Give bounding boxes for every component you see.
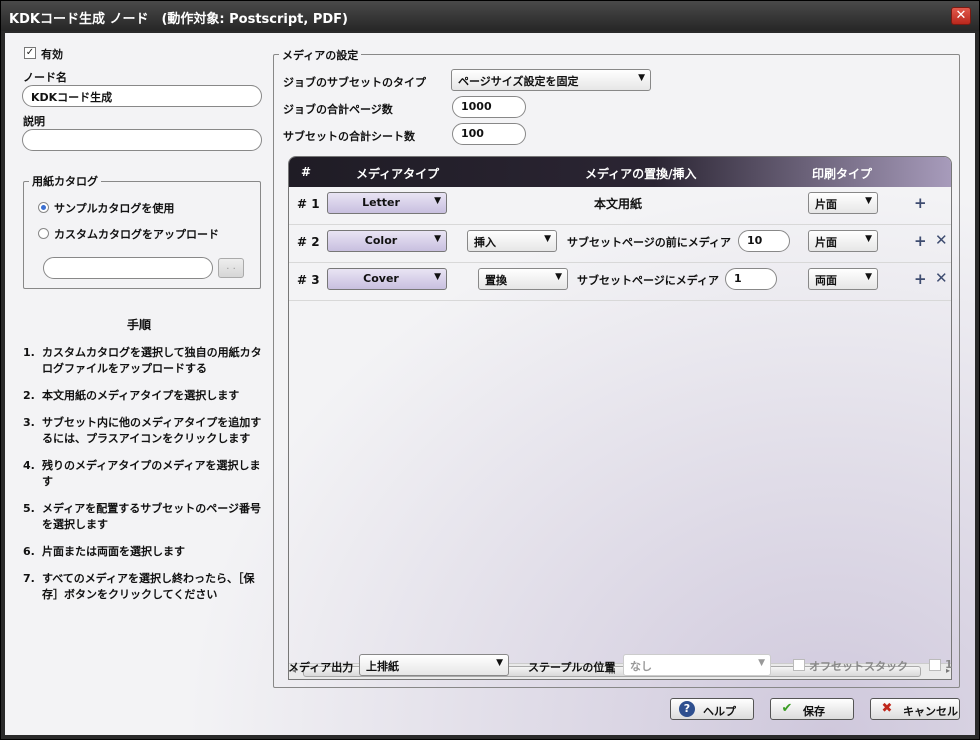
extra-checkbox[interactable]	[929, 659, 941, 671]
media-output-label: メディア出力	[288, 661, 354, 674]
dialog-client: ✓ 有効 ノード名 KDKコード生成 説明 用紙カタログ サンプルカタログを使用…	[5, 33, 975, 735]
col-media-type: メディアタイプ	[356, 167, 440, 181]
close-button[interactable]: ✕	[951, 7, 971, 25]
insert-before-label: サブセットページの前にメディア	[567, 236, 732, 249]
subset-sheets-label: サブセットの合計シート数	[283, 130, 415, 143]
staple-position-select[interactable]: なし ▼	[623, 654, 771, 676]
media-output-select[interactable]: 上排紙 ▼	[359, 654, 509, 676]
title-bar: KDKコード生成 ノード (動作対象: Postscript, PDF) ✕	[1, 1, 979, 31]
row-number: # 1	[297, 197, 320, 211]
media-type-select[interactable]: Cover ▼	[327, 268, 447, 290]
table-header: # メディアタイプ メディアの置換/挿入 印刷タイプ	[289, 157, 951, 187]
sample-catalog-label: サンプルカタログを使用	[54, 202, 175, 215]
subset-sheets-input[interactable]: 100	[452, 123, 526, 145]
table-row: # 3 Cover ▼ 置換 ▼ サブセットページにメディア 1 両面 ▼ + ✕	[289, 263, 951, 301]
total-pages-input[interactable]: 1000	[452, 96, 526, 118]
subset-page-input[interactable]: 10	[738, 230, 790, 252]
dropdown-arrow-icon: ▼	[865, 272, 872, 282]
offset-stack-checkbox[interactable]	[793, 659, 805, 671]
row-number: # 2	[297, 235, 320, 249]
table-row: # 1 Letter ▼ 本文用紙 片面 ▼ +	[289, 187, 951, 225]
left-panel: ✓ 有効 ノード名 KDKコード生成 説明 用紙カタログ サンプルカタログを使用…	[5, 33, 273, 733]
checkmark-icon: ✔	[781, 701, 793, 716]
step-item: 5. メディアを配置するサブセットのページ番号を選択します	[23, 502, 262, 531]
action-select[interactable]: 挿入 ▼	[467, 230, 557, 252]
dropdown-arrow-icon: ▼	[434, 234, 441, 244]
enabled-checkbox[interactable]: ✓	[24, 47, 36, 59]
media-type-select[interactable]: Color ▼	[327, 230, 447, 252]
enabled-label: 有効	[41, 48, 63, 61]
help-button[interactable]: ? ヘルプ	[670, 698, 754, 720]
media-settings-title: メディアの設定	[279, 47, 362, 63]
save-button[interactable]: ✔ 保存	[770, 698, 854, 720]
dropdown-arrow-icon: ▼	[865, 196, 872, 206]
action-select[interactable]: 置換 ▼	[478, 268, 568, 290]
body-paper-label: 本文用紙	[594, 197, 643, 211]
col-num: #	[301, 165, 312, 179]
node-name-input[interactable]: KDKコード生成	[22, 85, 262, 107]
radio-custom-catalog[interactable]	[38, 228, 49, 239]
dropdown-arrow-icon: ▼	[865, 234, 872, 244]
remove-icon[interactable]: ✕	[935, 231, 948, 249]
subset-type-select[interactable]: ページサイズ設定を固定 ▼	[451, 69, 651, 91]
dropdown-arrow-icon: ▼	[544, 234, 551, 244]
dropdown-arrow-icon: ▼	[638, 73, 645, 83]
dropdown-arrow-icon: ▼	[555, 272, 562, 282]
description-input[interactable]	[22, 129, 262, 151]
table-row: # 2 Color ▼ 挿入 ▼ サブセットページの前にメディア 10 片面 ▼ + …	[289, 225, 951, 263]
dialog-window: KDKコード生成 ノード (動作対象: Postscript, PDF) ✕ ✓…	[0, 0, 980, 740]
media-type-select[interactable]: Letter ▼	[327, 192, 447, 214]
paper-catalog-title: 用紙カタログ	[29, 173, 101, 189]
remove-icon[interactable]: ✕	[935, 269, 948, 287]
description-label: 説明	[23, 115, 45, 128]
browse-button[interactable]: . .	[218, 258, 244, 278]
add-icon[interactable]: +	[914, 232, 927, 250]
step-item: 6. 片面または両面を選択します	[23, 545, 185, 558]
node-name-label: ノード名	[23, 71, 67, 84]
total-pages-label: ジョブの合計ページ数	[283, 103, 393, 116]
step-item: 3. サブセット内に他のメディアタイプを追加するには、プラスアイコンをクリックしま…	[23, 416, 262, 445]
procedure-title: 手順	[126, 318, 151, 332]
step-item: 1. カスタムカタログを選択して独自の用紙カタログファイルをアップロードする	[23, 346, 262, 375]
step-item: 2. 本文用紙のメディアタイプを選択します	[23, 389, 240, 402]
window-title: KDKコード生成 ノード (動作対象: Postscript, PDF)	[9, 12, 348, 27]
catalog-upload-field[interactable]	[43, 257, 213, 279]
step-item: 7. すべてのメディアを選択し終わったら、［保存］ボタンをクリックしてください	[23, 572, 255, 601]
add-icon[interactable]: +	[914, 194, 927, 212]
col-replace-insert: メディアの置換/挿入	[585, 167, 697, 181]
step-item: 4. 残りのメディアタイプのメディアを選択します	[23, 459, 261, 488]
close-icon: ✕	[955, 8, 967, 23]
extra-checkbox-label: 1	[945, 658, 953, 671]
row-number: # 3	[297, 273, 320, 287]
dropdown-arrow-icon: ▼	[434, 272, 441, 282]
col-print-type: 印刷タイプ	[812, 167, 873, 181]
procedure-steps: 1. カスタムカタログを選択して独自の用紙カタログファイルをアップロードする 2.…	[23, 345, 267, 614]
radio-sample-catalog[interactable]	[38, 202, 49, 213]
print-type-select[interactable]: 片面 ▼	[808, 230, 878, 252]
staple-position-label: ステープルの位置	[528, 661, 616, 674]
replace-page-label: サブセットページにメディア	[577, 274, 720, 287]
print-type-select[interactable]: 片面 ▼	[808, 192, 878, 214]
dropdown-arrow-icon: ▼	[496, 658, 503, 668]
help-icon: ?	[679, 701, 695, 717]
offset-stack-label: オフセットスタック	[809, 660, 908, 673]
custom-catalog-label: カスタムカタログをアップロード	[54, 228, 219, 241]
subset-type-label: ジョブのサブセットのタイプ	[283, 76, 426, 89]
cancel-icon: ✖	[881, 701, 893, 716]
cancel-button[interactable]: ✖ キャンセル	[870, 698, 960, 720]
add-icon[interactable]: +	[914, 270, 927, 288]
subset-page-input[interactable]: 1	[725, 268, 777, 290]
media-table: # メディアタイプ メディアの置換/挿入 印刷タイプ # 1 Letter ▼ 本…	[288, 156, 952, 680]
print-type-select[interactable]: 両面 ▼	[808, 268, 878, 290]
dropdown-arrow-icon: ▼	[758, 658, 765, 668]
dropdown-arrow-icon: ▼	[434, 196, 441, 206]
